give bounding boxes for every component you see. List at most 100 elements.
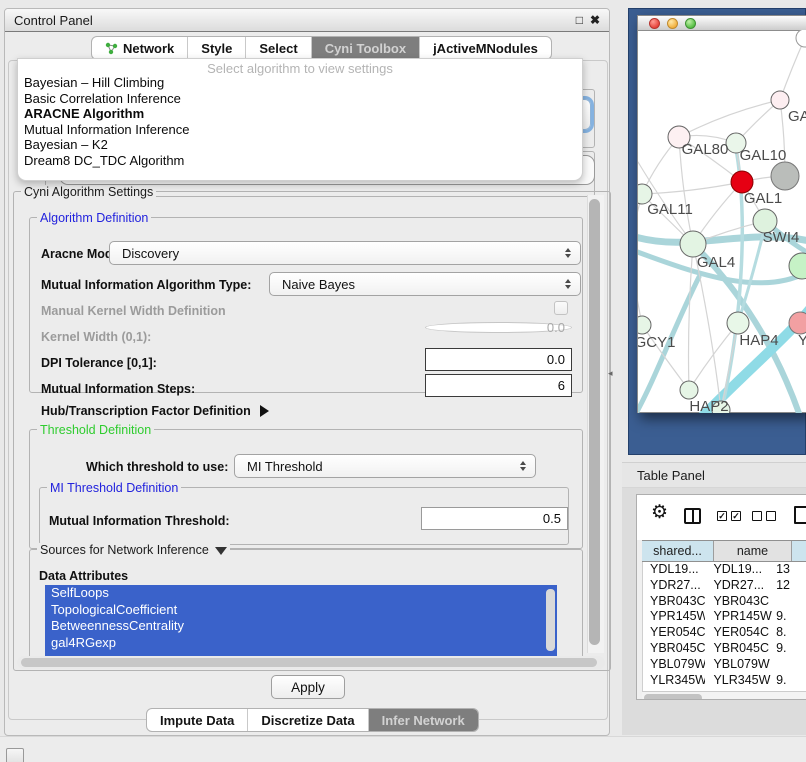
table-hscrollbar-thumb[interactable]: [644, 694, 702, 700]
data-attributes-label: Data Attributes: [39, 569, 128, 583]
attribute-list-item[interactable]: gal4RGexp: [45, 635, 557, 652]
attributes-scrollbar-thumb[interactable]: [546, 589, 555, 651]
deselect-all-icon[interactable]: [752, 511, 776, 521]
zoom-traffic-light-icon[interactable]: [685, 18, 696, 29]
columns-icon[interactable]: [684, 508, 701, 524]
algorithm-option[interactable]: ARACNE Algorithm: [18, 106, 582, 122]
aracne-mode-value: Discovery: [122, 246, 179, 261]
network-node-label: HAP4: [739, 332, 778, 349]
panel-resize-arrow-icon[interactable]: ◂: [608, 368, 613, 379]
table-hscrollbar-track[interactable]: [642, 691, 806, 700]
network-node[interactable]: [796, 30, 806, 47]
table-cell: YPR145W: [705, 609, 774, 625]
tab-label: Network: [123, 41, 174, 56]
bottom-tab-impute-data[interactable]: Impute Data: [147, 709, 248, 731]
tab-style[interactable]: Style: [188, 37, 246, 59]
table-cell: YDL19...: [642, 562, 705, 578]
network-node[interactable]: [771, 91, 789, 109]
table-panel-titlebar: Table Panel: [622, 462, 806, 488]
network-node-label: SWI4: [763, 229, 800, 246]
select-all-icon[interactable]: ✓✓: [717, 511, 741, 521]
collapse-down-icon: [215, 547, 227, 555]
manual-kernel-checkbox[interactable]: [554, 301, 568, 315]
table-column-header[interactable]: name: [714, 541, 792, 561]
algorithm-option[interactable]: Basic Correlation Inference: [18, 91, 582, 107]
which-threshold-combo[interactable]: MI Threshold: [234, 454, 536, 478]
tab-select[interactable]: Select: [246, 37, 311, 59]
hub-definition-toggle[interactable]: Hub/Transcription Factor Definition: [41, 404, 269, 418]
table-card: ⚙ ✓✓ shared...nameA YDL19...YDL19...13YD…: [636, 494, 806, 700]
network-edge: [679, 100, 780, 137]
tab-cyni-toolbox[interactable]: Cyni Toolbox: [312, 37, 420, 59]
table-row[interactable]: YDL19...YDL19...13: [642, 562, 806, 578]
table-row[interactable]: YBR045CYBR045C9.: [642, 641, 806, 657]
settings-hscrollbar-thumb[interactable]: [21, 658, 597, 667]
mi-threshold-field[interactable]: 0.5: [421, 507, 568, 530]
table-row[interactable]: YBL079WYBL079W: [642, 657, 806, 673]
table-column-header[interactable]: shared...: [642, 541, 714, 561]
cyni-settings-title: Cyni Algorithm Settings: [21, 185, 156, 199]
mi-steps-field[interactable]: 6: [425, 374, 572, 397]
aracne-mode-combo[interactable]: Discovery: [109, 241, 581, 265]
network-graph: GAL7GAL80GAL10GAL1GAL11SWI4GAL4GCY1HAP4Y…: [638, 30, 806, 413]
tab-network[interactable]: Network: [92, 37, 188, 59]
table-row[interactable]: YBR043CYBR043C: [642, 594, 806, 610]
network-node-label: GAL7: [788, 108, 806, 125]
bottom-tab-infer-network[interactable]: Infer Network: [369, 709, 478, 731]
minimize-traffic-light-icon[interactable]: [667, 18, 678, 29]
attribute-list-item[interactable]: BetweennessCentrality: [45, 618, 557, 635]
tab-jactivemnodules[interactable]: jActiveMNodules: [420, 37, 551, 59]
bottom-tab-label: Infer Network: [382, 713, 465, 728]
network-node[interactable]: [680, 381, 698, 399]
table-cell: 12: [774, 578, 806, 594]
network-node[interactable]: [789, 253, 806, 279]
network-edge: [721, 323, 738, 410]
close-window-icon[interactable]: ✖: [590, 14, 600, 26]
bottom-tab-discretize-data[interactable]: Discretize Data: [248, 709, 368, 731]
network-node[interactable]: [771, 162, 799, 190]
data-attributes-list: SelfLoopsTopologicalCoefficientBetweenne…: [45, 585, 557, 657]
mi-type-value: Naive Bayes: [282, 277, 355, 292]
network-node[interactable]: [638, 316, 651, 334]
close-traffic-light-icon[interactable]: [649, 18, 660, 29]
algorithm-option[interactable]: Bayesian – K2: [18, 137, 582, 153]
dpi-tolerance-field[interactable]: 0.0: [425, 348, 572, 371]
algorithm-option[interactable]: Mutual Information Inference: [18, 122, 582, 138]
page-icon[interactable]: [794, 506, 806, 524]
table-cell: 9.: [774, 688, 806, 690]
sources-title[interactable]: Sources for Network Inference: [37, 543, 230, 557]
sources-title-label: Sources for Network Inference: [40, 543, 209, 557]
apply-button[interactable]: Apply: [271, 675, 345, 699]
network-node[interactable]: [727, 312, 749, 334]
table-cell: 8.: [774, 625, 806, 641]
network-node-label: Y: [798, 332, 806, 349]
table-row[interactable]: YLR345WYLR345W9.: [642, 673, 806, 689]
table-panel-area: ⚙ ✓✓ shared...nameA YDL19...YDL19...13YD…: [622, 488, 806, 735]
table-row[interactable]: YER054CYER054C8.: [642, 625, 806, 641]
table-cell: YBL079W: [642, 657, 705, 673]
gear-icon[interactable]: ⚙: [651, 504, 668, 522]
table-cell: YER054C: [642, 625, 705, 641]
attribute-list-item[interactable]: TopologicalCoefficient: [45, 602, 557, 619]
attribute-list-item[interactable]: SelfLoops: [45, 585, 557, 602]
table-cell: 9.: [774, 609, 806, 625]
float-window-icon[interactable]: □: [576, 14, 583, 26]
algorithm-dropdown-popup: Select algorithm to view settings Bayesi…: [17, 58, 583, 181]
mi-steps-label: Mutual Information Steps:: [41, 382, 195, 396]
network-panel: GAL7GAL80GAL10GAL1GAL11SWI4GAL4GCY1HAP4Y…: [628, 8, 806, 455]
table-row[interactable]: YPR145WYPR145W9.: [642, 609, 806, 625]
table-column-header[interactable]: A: [792, 541, 806, 561]
settings-scrollbar-thumb[interactable]: [589, 199, 600, 645]
network-window-titlebar[interactable]: [638, 16, 806, 31]
algorithm-option[interactable]: Dream8 DC_TDC Algorithm: [18, 153, 582, 169]
table-row[interactable]: YIL052CYIL052C9.: [642, 688, 806, 690]
network-canvas[interactable]: GAL7GAL80GAL10GAL1GAL11SWI4GAL4GCY1HAP4Y…: [638, 30, 806, 413]
mi-type-combo[interactable]: Naive Bayes: [269, 272, 581, 296]
kernel-width-field[interactable]: 0.0: [425, 322, 572, 333]
table-cell: YDR27...: [642, 578, 705, 594]
table-row[interactable]: YDR27...YDR27...12: [642, 578, 806, 594]
algorithm-option[interactable]: Bayesian – Hill Climbing: [18, 75, 582, 91]
minimized-panel-icon[interactable]: [6, 748, 24, 762]
network-node[interactable]: [789, 312, 806, 334]
bottom-tabs: Impute DataDiscretize Data Infer Network: [146, 708, 479, 732]
